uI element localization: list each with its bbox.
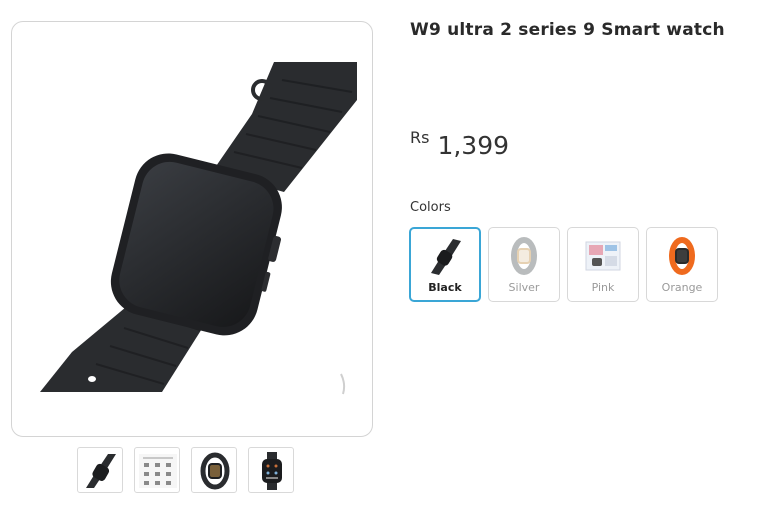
thumbnail-strip (77, 447, 294, 493)
color-option-orange[interactable]: Orange (646, 227, 718, 302)
main-product-image[interactable] (11, 21, 373, 437)
orange-watch-icon (669, 237, 695, 275)
smartwatch-image-icon (40, 62, 357, 395)
watch-face-screen-icon (262, 452, 282, 490)
black-watch-icon (431, 239, 461, 275)
product-page: W9 ultra 2 series 9 Smart watch Rs 1,399… (0, 0, 778, 515)
thumbnail-1[interactable] (77, 447, 123, 493)
color-option-black[interactable]: Black (409, 227, 481, 302)
pink-watch-box-icon (585, 241, 621, 271)
product-title: W9 ultra 2 series 9 Smart watch (410, 20, 725, 40)
color-option-label: Silver (508, 281, 540, 294)
thumbnail-3[interactable] (191, 447, 237, 493)
color-options: Black Silver Pink Orange (409, 227, 718, 302)
silver-watch-icon (511, 237, 537, 275)
colors-label: Colors (410, 200, 451, 215)
manual-sheet-icon (139, 454, 177, 488)
thumbnail-2[interactable] (134, 447, 180, 493)
color-option-label: Pink (591, 281, 615, 294)
product-price: Rs 1,399 (410, 126, 509, 160)
black-watch-angled-icon (86, 454, 116, 488)
color-option-label: Black (428, 281, 462, 294)
color-option-label: Orange (661, 281, 703, 294)
price-amount: 1,399 (437, 131, 510, 160)
price-currency: Rs (410, 128, 430, 147)
color-option-silver[interactable]: Silver (488, 227, 560, 302)
watch-front-strap-icon (200, 452, 230, 490)
thumbnail-4[interactable] (248, 447, 294, 493)
color-option-pink[interactable]: Pink (567, 227, 639, 302)
